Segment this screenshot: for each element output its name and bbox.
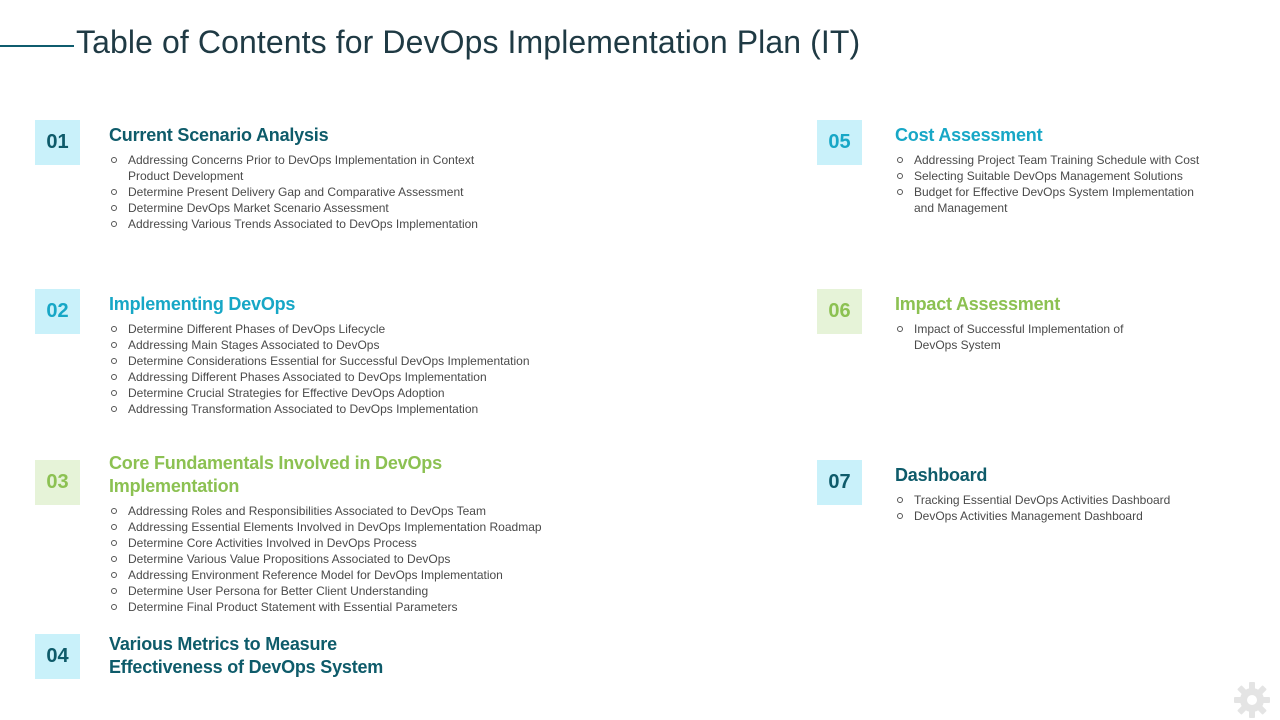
section-title: Various Metrics to Measure Effectiveness… <box>109 634 384 677</box>
section-items: Addressing Project Team Training Schedul… <box>895 152 1199 216</box>
list-item: Determine DevOps Market Scenario Assessm… <box>109 200 478 216</box>
section-number-badge: 04 <box>35 634 80 679</box>
list-item: DevOps Activities Management Dashboard <box>895 508 1170 524</box>
list-item: Determine Various Value Propositions Ass… <box>109 551 542 567</box>
section-title: Current Scenario Analysis <box>109 125 329 145</box>
list-item: Addressing Concerns Prior to DevOps Impl… <box>109 152 478 184</box>
list-item: Budget for Effective DevOps System Imple… <box>895 184 1199 216</box>
list-item: Determine Considerations Essential for S… <box>109 353 530 369</box>
list-item: Addressing Roles and Responsibilities As… <box>109 503 542 519</box>
list-item: Addressing Environment Reference Model f… <box>109 567 542 583</box>
section-title: Dashboard <box>895 465 988 485</box>
list-item: Determine Core Activities Involved in De… <box>109 535 542 551</box>
section-title: Cost Assessment <box>895 125 1043 145</box>
list-item: Addressing Main Stages Associated to Dev… <box>109 337 530 353</box>
list-item: Determine Crucial Strategies for Effecti… <box>109 385 530 401</box>
list-item: Determine Final Product Statement with E… <box>109 599 542 615</box>
list-item: Determine Present Delivery Gap and Compa… <box>109 184 478 200</box>
section-items: Addressing Concerns Prior to DevOps Impl… <box>109 152 478 232</box>
list-item: Addressing Various Trends Associated to … <box>109 216 478 232</box>
list-item: Addressing Different Phases Associated t… <box>109 369 530 385</box>
section-items: Addressing Roles and Responsibilities As… <box>109 503 542 615</box>
list-item: Tracking Essential DevOps Activities Das… <box>895 492 1170 508</box>
gear-icon <box>1234 682 1270 718</box>
list-item: Selecting Suitable DevOps Management Sol… <box>895 168 1199 184</box>
section-title: Impact Assessment <box>895 294 1061 314</box>
list-item: Addressing Essential Elements Involved i… <box>109 519 542 535</box>
section-title: Implementing DevOps <box>109 294 296 314</box>
section-items: Tracking Essential DevOps Activities Das… <box>895 492 1170 524</box>
section-items: Determine Different Phases of DevOps Lif… <box>109 321 530 417</box>
list-item: Determine Different Phases of DevOps Lif… <box>109 321 530 337</box>
list-item: Addressing Project Team Training Schedul… <box>895 152 1199 168</box>
section-number-badge: 03 <box>35 460 80 505</box>
section-number-badge: 07 <box>817 460 862 505</box>
section-items: Impact of Successful Implementation of De… <box>895 321 1123 353</box>
section-number-badge: 06 <box>817 289 862 334</box>
slide-title: Table of Contents for DevOps Implementat… <box>76 24 861 60</box>
list-item: Impact of Successful Implementation of De… <box>895 321 1123 353</box>
list-item: Addressing Transformation Associated to … <box>109 401 530 417</box>
list-item: Determine User Persona for Better Client… <box>109 583 542 599</box>
section-number-badge: 01 <box>35 120 80 165</box>
section-number-badge: 05 <box>817 120 862 165</box>
section-number-badge: 02 <box>35 289 80 334</box>
title-accent-line <box>0 45 74 47</box>
section-title: Core Fundamentals Involved in DevOps Imp… <box>109 453 442 496</box>
